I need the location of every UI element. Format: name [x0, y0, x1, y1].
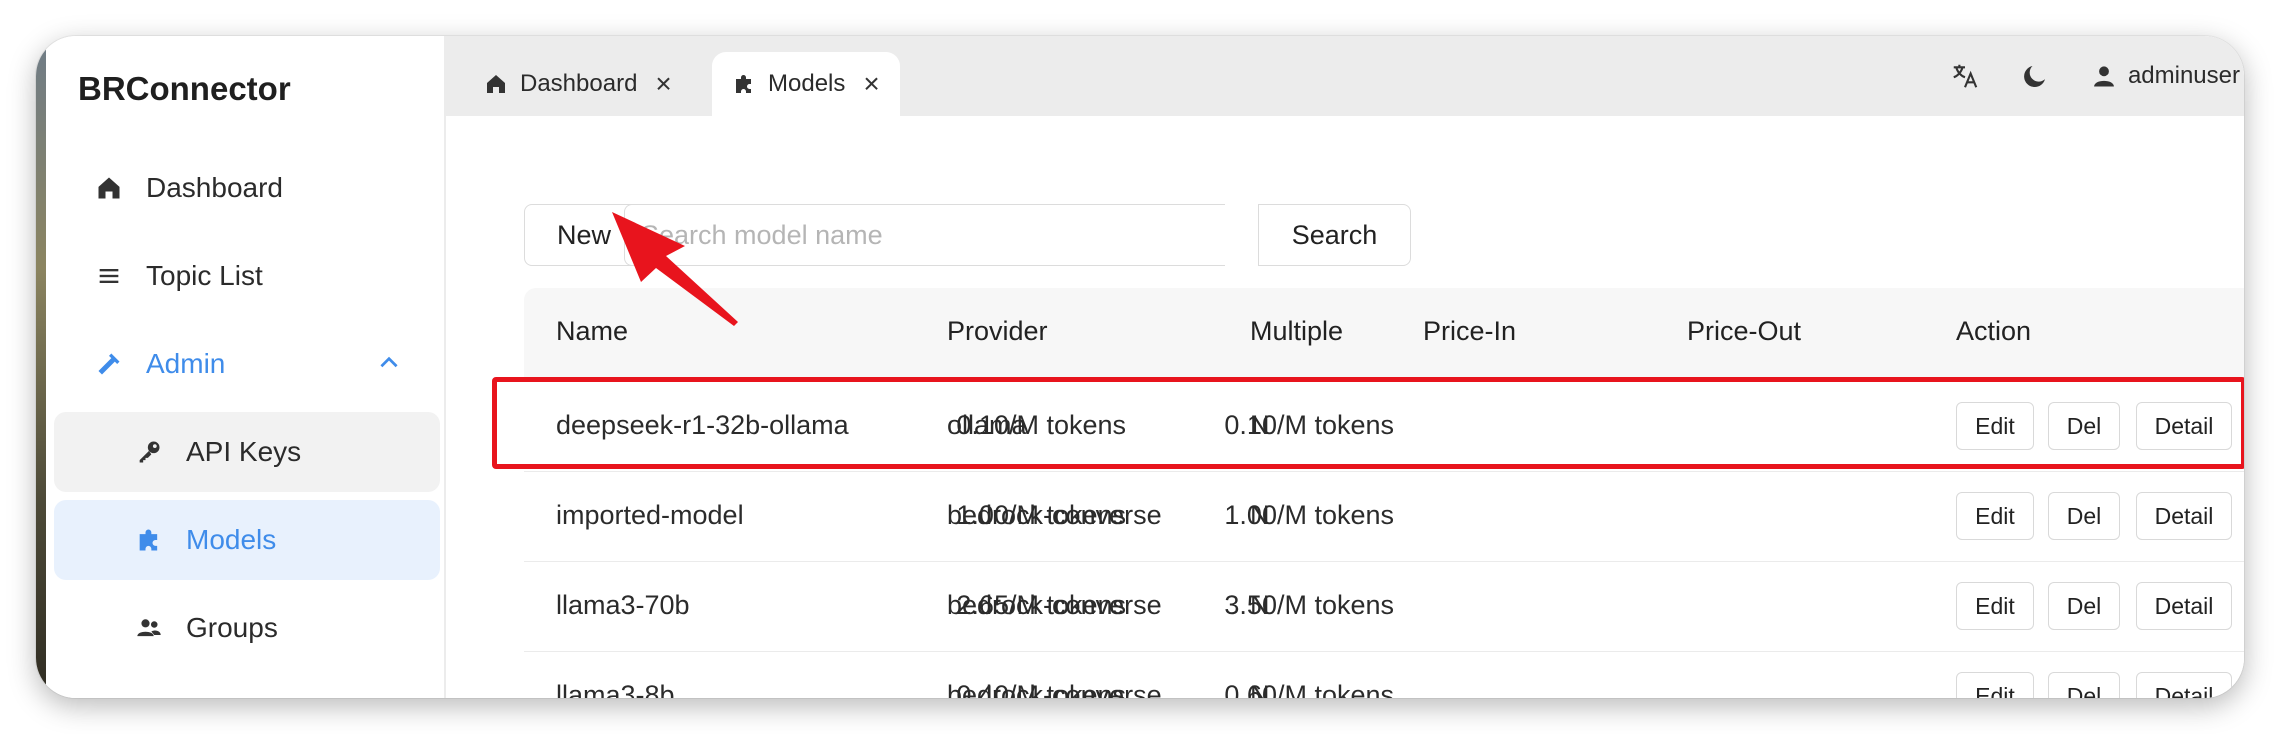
cell-name: llama3-8b	[556, 680, 675, 698]
table-row: llama3-8b bedrock-converse N 0.40/M toke…	[524, 652, 2244, 698]
sidebar-item-topic-list[interactable]: Topic List	[54, 236, 440, 316]
user-menu[interactable]: adminuser	[2090, 62, 2240, 90]
column-header-name: Name	[556, 316, 629, 346]
cell-name: imported-model	[556, 500, 744, 530]
list-icon	[94, 261, 124, 291]
detail-button[interactable]: Detail	[2136, 582, 2232, 630]
edit-button[interactable]: Edit	[1956, 402, 2034, 450]
tab-label: Models	[768, 70, 846, 97]
tab-models[interactable]: Models ×	[712, 52, 900, 116]
cell-price-in: 0.40/M tokens	[956, 680, 1126, 698]
table-header: Name Provider Multiple Price-In Price-Ou…	[524, 288, 2244, 382]
close-icon[interactable]: ×	[655, 70, 671, 98]
hammer-icon	[94, 349, 124, 379]
home-icon	[487, 75, 505, 93]
chevron-up-icon[interactable]	[376, 350, 402, 376]
edit-button[interactable]: Edit	[1956, 492, 2034, 540]
delete-button[interactable]: Del	[2048, 492, 2120, 540]
column-header-multiple: Multiple	[1250, 316, 1344, 346]
sidebar-item-models[interactable]: Models	[54, 500, 440, 580]
cell-price-in: 1.00/M tokens	[956, 500, 1126, 530]
table-row: llama3-70b bedrock-converse N 2.65/M tok…	[524, 562, 2244, 652]
tab-label: Dashboard	[520, 70, 638, 97]
column-header-price-out: Price-Out	[1687, 316, 1802, 346]
sidebar-item-label: Topic List	[146, 260, 263, 291]
cell-price-out: 0.10/M tokens	[1224, 410, 1394, 440]
search-button[interactable]: Search	[1258, 204, 1411, 266]
column-header-action: Action	[1956, 316, 2032, 346]
cell-price-in: 0.10/M tokens	[956, 410, 1126, 440]
tab-dashboard[interactable]: Dashboard ×	[464, 52, 702, 116]
sidebar-item-dashboard[interactable]: Dashboard	[54, 148, 440, 228]
detail-button[interactable]: Detail	[2136, 672, 2232, 698]
puzzle-icon	[134, 525, 164, 555]
delete-button[interactable]: Del	[2048, 402, 2120, 450]
sidebar-item-groups[interactable]: Groups	[54, 588, 440, 668]
detail-button[interactable]: Detail	[2136, 402, 2232, 450]
table-row: imported-model bedrock-converse N 1.00/M…	[524, 472, 2244, 562]
detail-button[interactable]: Detail	[2136, 492, 2232, 540]
sidebar-item-api-keys[interactable]: API Keys	[54, 412, 440, 492]
sidebar-item-label: Models	[186, 524, 277, 555]
cell-price-in: 2.65/M tokens	[956, 590, 1126, 620]
cell-name: deepseek-r1-32b-ollama	[556, 410, 849, 440]
header-actions: adminuser	[1950, 36, 2244, 116]
username: adminuser	[2127, 62, 2240, 89]
brand-title: BRConnector	[78, 70, 291, 107]
cell-price-out: 3.50/M tokens	[1224, 590, 1394, 620]
cell-name: llama3-70b	[556, 590, 690, 620]
sidebar-item-label: Admin	[146, 348, 226, 379]
app-window: BRConnector Dashboard Topic List Admin A…	[36, 36, 2244, 698]
search-input[interactable]	[624, 204, 1225, 266]
moon-icon[interactable]	[2020, 61, 2050, 91]
tab-bar: Dashboard × Models × adminuser	[446, 36, 2244, 116]
cell-price-out: 1.00/M tokens	[1224, 500, 1394, 530]
user-icon	[2094, 66, 2114, 87]
edit-button[interactable]: Edit	[1956, 582, 2034, 630]
cell-price-out: 0.60/M tokens	[1224, 680, 1394, 698]
users-icon	[134, 613, 164, 643]
sidebar-item-label: API Keys	[186, 436, 302, 467]
sidebar-item-admin[interactable]: Admin	[54, 324, 440, 404]
sidebar-item-label: Dashboard	[146, 172, 283, 203]
delete-button[interactable]: Del	[2048, 672, 2120, 698]
translate-icon[interactable]	[1950, 61, 1980, 91]
edit-button[interactable]: Edit	[1956, 672, 2034, 698]
key-icon	[134, 437, 164, 467]
close-icon[interactable]: ×	[863, 70, 879, 98]
column-header-provider: Provider	[947, 316, 1048, 346]
home-icon	[94, 173, 124, 203]
delete-button[interactable]: Del	[2048, 582, 2120, 630]
column-header-price-in: Price-In	[1423, 316, 1517, 346]
sidebar: BRConnector Dashboard Topic List Admin A…	[36, 36, 446, 698]
background-strip	[36, 36, 46, 698]
table-row: deepseek-r1-32b-ollama ollama N 0.10/M t…	[524, 382, 2244, 472]
puzzle-icon	[736, 75, 751, 93]
sidebar-item-label: Groups	[186, 612, 278, 643]
